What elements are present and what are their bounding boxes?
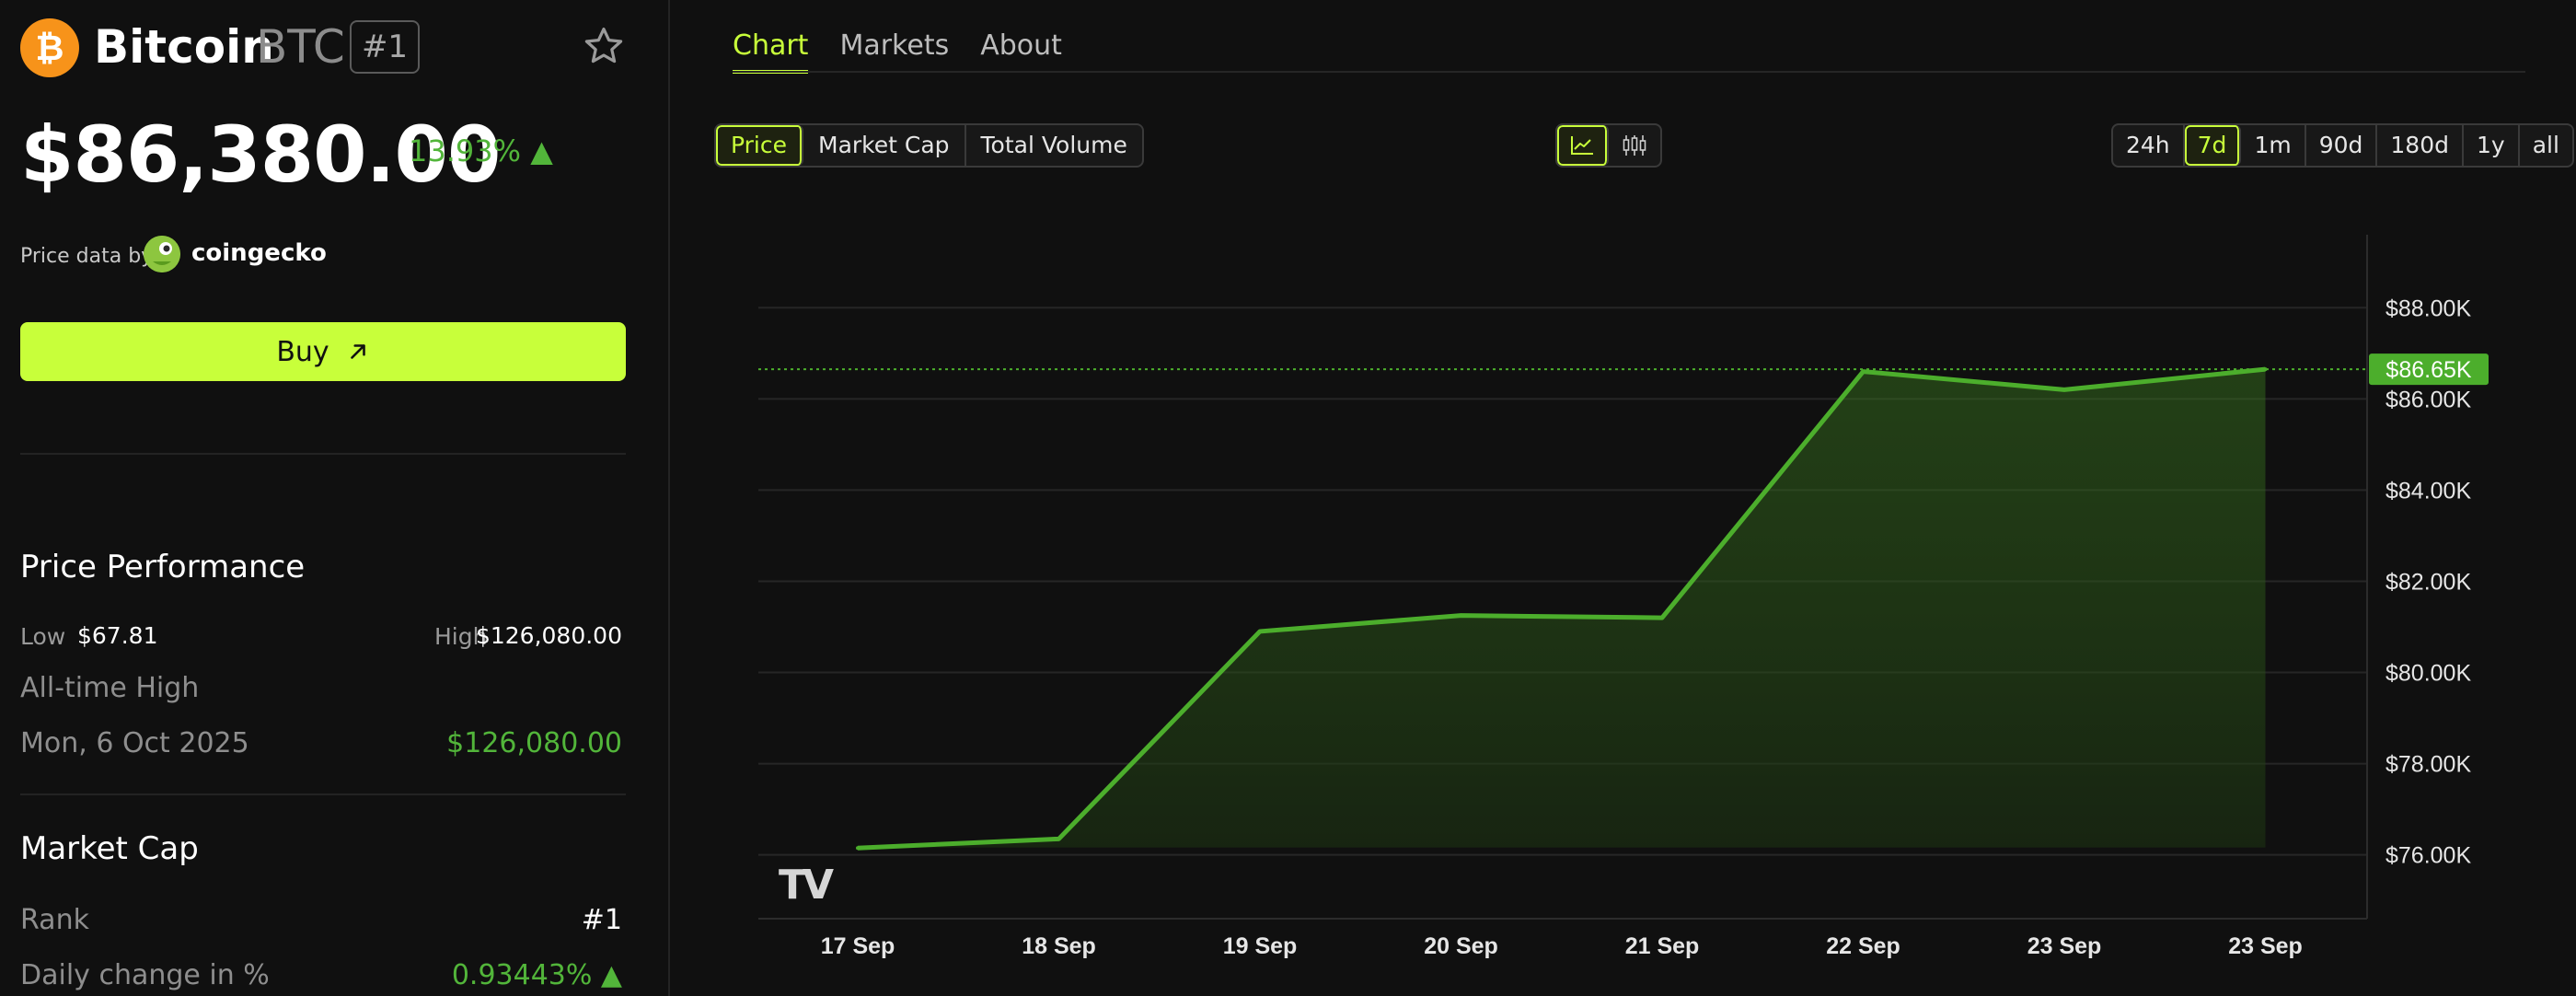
y-tick-label: $84.00K — [2385, 478, 2471, 504]
data-point — [2263, 367, 2268, 372]
x-tick-label: 19 Sep — [1223, 933, 1298, 959]
x-tick-label: 20 Sep — [1424, 933, 1498, 959]
x-tick-label: 23 Sep — [2228, 933, 2303, 959]
x-tick-label: 23 Sep — [2027, 933, 2102, 959]
data-point — [1861, 369, 1866, 374]
price-area-fill — [858, 369, 2266, 849]
y-tick-label: $76.00K — [2385, 843, 2471, 869]
current-price-label: $86.65K — [2385, 357, 2471, 383]
data-point — [1459, 613, 1463, 618]
x-tick-label: 22 Sep — [1826, 933, 1900, 959]
y-tick-label: $88.00K — [2385, 295, 2471, 321]
y-tick-label: $78.00K — [2385, 752, 2471, 778]
price-chart[interactable]: $88.00K $86.00K $84.00K $82.00K $80.00K $78.0… — [0, 0, 2576, 996]
y-tick-label: $86.00K — [2385, 387, 2471, 412]
data-point — [1057, 837, 1061, 841]
tradingview-watermark-icon: TV — [779, 862, 834, 909]
x-tick-label: 18 Sep — [1022, 933, 1096, 959]
x-tick-label: 21 Sep — [1625, 933, 1700, 959]
y-tick-label: $82.00K — [2385, 569, 2471, 595]
x-tick-label: 17 Sep — [821, 933, 895, 959]
y-tick-label: $80.00K — [2385, 661, 2471, 687]
data-point — [2062, 388, 2066, 392]
data-point — [1258, 629, 1262, 633]
data-point — [1660, 616, 1664, 620]
data-point — [856, 846, 860, 851]
